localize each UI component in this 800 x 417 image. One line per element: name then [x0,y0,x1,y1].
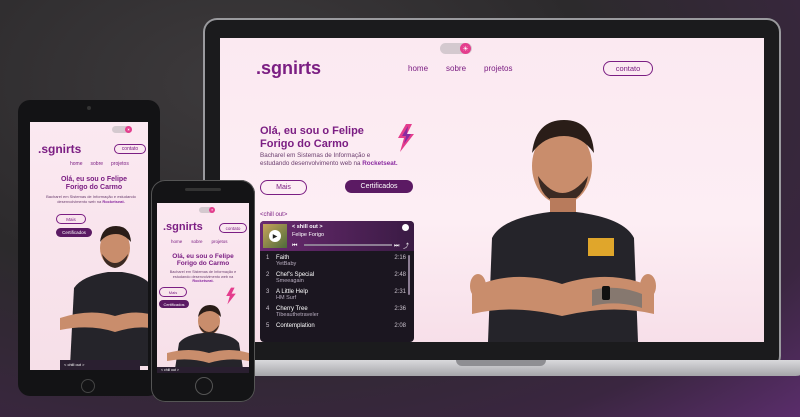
track-row[interactable]: 1 Faith YetBaby 2:16 [266,255,406,272]
profile-photo [60,226,148,366]
tablet-camera [87,106,91,110]
playlist-title: < shill out > [292,224,323,230]
more-button[interactable]: Mais [260,180,307,195]
track-row[interactable]: 5 Contemplation 2:08 [266,323,406,340]
hero-title-line2: Forigo do Carmo [260,137,349,150]
play-icon[interactable]: ▶ [269,230,281,242]
hero-title-line2: Forigo do Carmo [176,260,230,268]
track-row[interactable]: 4 Cherry Tree Tibeauthetraveler 2:36 [266,306,406,323]
track-number: 5 [266,323,270,329]
hero-title: Olá, eu sou o Felipe Forigo do Carmo [163,253,243,268]
hero-title-line2: Forigo do Carmo [65,184,123,192]
theme-toggle[interactable]: ☀ [440,43,472,54]
music-player: ▶ < shill out > Felipe Forigo ⏮ ⏭ ⤴ 1 Fa… [260,221,414,342]
track-artist: Tibeauthetraveler [276,312,319,318]
spotify-icon[interactable] [402,224,409,231]
nav-about[interactable]: sobre [446,64,466,73]
nav-projects[interactable]: projetos [212,239,228,244]
more-button[interactable]: Mais [159,287,187,297]
nav-home[interactable]: home [171,239,182,244]
track-duration: 2:36 [394,306,406,312]
nav-projects[interactable]: projetos [111,161,129,167]
track-row[interactable]: 3 A Little Help HM Surf 2:31 [266,289,406,306]
playlist-artist: Felipe Forigo [292,232,325,238]
contact-button[interactable]: contato [219,223,247,233]
hero-subtitle: Bacharel em Sistemas de Informação e est… [46,194,136,205]
sun-icon: ☀ [209,207,215,213]
theme-toggle[interactable]: ☀ [112,126,132,133]
main-nav: home sobre projetos [70,161,129,167]
rocketseat-link[interactable]: Rocketseat. [192,279,213,283]
sun-icon: ☀ [460,43,471,54]
tablet-screen: ☀ .sgnirts contato home sobre projetos O… [30,122,148,370]
phone-speaker [185,188,221,191]
hero-title: Olá, eu sou o Felipe Forigo do Carmo [260,125,364,150]
sun-icon: ☀ [125,126,132,133]
track-row[interactable]: 2 Chef's Special Smeeagain 2:48 [266,272,406,289]
hero-subtitle: Bacharel em Sistemas de Informação e est… [260,152,398,167]
certificates-button[interactable]: Certificados [345,180,413,193]
share-icon[interactable]: ⤴ [403,241,409,250]
nav-home[interactable]: home [408,64,428,73]
profile-photo [470,120,656,342]
contact-button[interactable]: contato [603,61,653,76]
hero-title-line1: Olá, eu sou o Felipe [60,176,128,183]
main-nav: home sobre projetos [408,64,513,73]
scrollbar[interactable] [408,255,410,295]
hero-subtitle-text: Bacharel em Sistemas de Informação e est… [169,270,237,279]
chillout-label: <chill out> [260,212,288,218]
rocketseat-link[interactable]: Rocketseat. [102,199,124,204]
track-duration: 2:31 [394,289,406,295]
track-artist: Smeeagain [276,278,304,284]
next-icon[interactable]: ⏭ [394,242,399,250]
lightning-icon [398,124,414,152]
hero-subtitle: Bacharel em Sistemas de Informação e est… [163,270,243,284]
site-logo[interactable]: .sgnirts [163,221,203,233]
phone-home-button[interactable] [195,377,213,395]
progress-bar[interactable] [304,244,392,246]
album-cover: ▶ [263,224,287,248]
tablet-home-button[interactable] [81,379,95,393]
site-logo[interactable]: .sgnirts [38,142,81,156]
nav-about[interactable]: sobre [91,161,104,167]
track-duration: 2:16 [394,255,406,261]
hero-title-line1: Olá, eu sou o Felipe [172,253,234,260]
profile-photo [167,305,249,369]
site-logo[interactable]: .sgnirts [256,58,321,79]
laptop-notch [456,360,546,366]
chillout-player-bar[interactable]: < chill out > [60,360,140,370]
hero-subtitle-line1: Bacharel em Sistemas de Informação e [260,152,371,159]
phone-screen: ☀ .sgnirts contato home sobre projetos O… [157,203,249,373]
nav-projects[interactable]: projetos [484,64,512,73]
track-number: 3 [266,289,270,295]
main-nav: home sobre projetos [171,239,228,244]
track-number: 2 [266,272,270,278]
track-artist: HM Surf [276,295,297,301]
track-number: 4 [266,306,270,312]
track-artist: YetBaby [276,261,297,267]
contact-button[interactable]: contato [114,144,146,154]
track-duration: 2:48 [394,272,406,278]
track-number: 1 [266,255,270,261]
track-duration: 2:08 [394,323,406,329]
track-list: 1 Faith YetBaby 2:16 2 Chef's Special Smee… [266,255,406,340]
nav-about[interactable]: sobre [191,239,202,244]
prev-icon[interactable]: ⏮ [292,242,297,250]
rocketseat-link[interactable]: Rocketseat. [362,160,397,167]
laptop-screen: ☀ .sgnirts home sobre projetos contato O… [220,38,764,342]
theme-toggle[interactable]: ☀ [199,207,215,213]
hero-title: Olá, eu sou o Felipe Forigo do Carmo [54,176,134,192]
hero-title-line1: Olá, eu sou o Felipe [260,125,364,137]
chillout-player-bar[interactable]: < chill out > [157,367,249,373]
hero-subtitle-line2: estudando desenvolvimento web na [260,159,361,167]
track-title: Contemplation [276,323,315,329]
nav-home[interactable]: home [70,161,83,167]
